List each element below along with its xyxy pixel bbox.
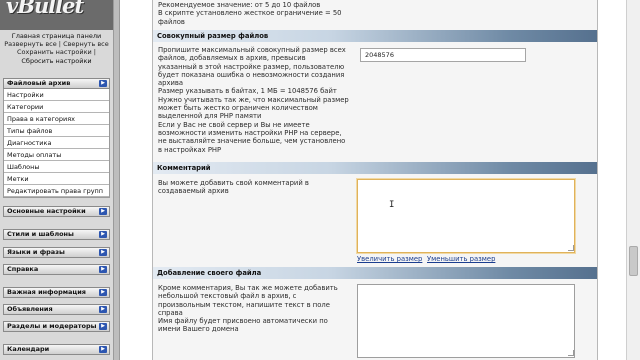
expand-arrow-icon[interactable]: ▶ bbox=[99, 249, 107, 256]
sidebar-item-diagnostics[interactable]: Диагностика bbox=[4, 137, 109, 149]
expand-arrow-icon[interactable]: ▶ bbox=[99, 323, 107, 330]
section-header-comment: Комментарий bbox=[153, 162, 597, 174]
reset-settings-link[interactable]: Сбросить настройки bbox=[0, 57, 113, 65]
sidebar-item-category-permissions[interactable]: Права в категориях bbox=[4, 113, 109, 125]
main-page-link[interactable]: Главная страница панели bbox=[0, 32, 113, 40]
max-size-description: Пропишите максимальный совокупный размер… bbox=[158, 46, 349, 154]
expand-arrow-icon[interactable]: ▶ bbox=[99, 346, 107, 353]
section-header-own-file: Добавление своего файла bbox=[153, 267, 597, 279]
collapse-arrow-icon[interactable]: ▶ bbox=[99, 80, 107, 87]
nav-group-label: Языки и фразы bbox=[7, 248, 65, 256]
admin-sidebar: vBullet Главная страница панели Разверну… bbox=[0, 0, 120, 360]
logo-text: vBullet bbox=[6, 0, 84, 18]
nav-group-label: Разделы и модераторы bbox=[7, 322, 97, 330]
comment-description: Вы можете добавить свой комментарий в со… bbox=[158, 179, 309, 196]
sidebar-links: Главная страница панели Развернуть все |… bbox=[0, 32, 113, 65]
logo: vBullet bbox=[0, 0, 119, 30]
nav-group-file-archive[interactable]: Файловый архив ▶ bbox=[3, 78, 110, 89]
nav-group-languages-phrases[interactable]: Языки и фразы ▶ bbox=[3, 247, 110, 258]
sidebar-item-settings[interactable]: Настройки bbox=[4, 89, 109, 101]
resize-grip-icon[interactable] bbox=[568, 245, 574, 251]
resize-grip-icon[interactable] bbox=[568, 350, 574, 356]
save-settings-row: Сохранить настройки | bbox=[0, 48, 113, 56]
expand-arrow-icon[interactable]: ▶ bbox=[99, 306, 107, 313]
nav-group-announcements[interactable]: Объявления ▶ bbox=[3, 304, 110, 315]
expand-arrow-icon[interactable]: ▶ bbox=[99, 231, 107, 238]
own-file-description: Кроме комментария, Вы так же можете доба… bbox=[158, 284, 338, 334]
page-scrollbar[interactable] bbox=[626, 0, 640, 360]
save-settings-link[interactable]: Сохранить настройки bbox=[17, 48, 92, 56]
sidebar-item-tags[interactable]: Метки bbox=[4, 173, 109, 185]
sidebar-scrollbar[interactable] bbox=[113, 0, 119, 360]
comment-textarea[interactable] bbox=[357, 179, 575, 253]
expand-arrow-icon[interactable]: ▶ bbox=[99, 289, 107, 296]
nav-group-label: Стили и шаблоны bbox=[7, 230, 74, 238]
sidebar-item-payment-methods[interactable]: Методы оплаты bbox=[4, 149, 109, 161]
collapse-all-link[interactable]: Свернуть все bbox=[63, 40, 109, 48]
page-scrollbar-thumb[interactable] bbox=[629, 246, 638, 276]
nav-group-help[interactable]: Справка ▶ bbox=[3, 264, 110, 275]
file-archive-items: Настройки Категории Права в категориях Т… bbox=[3, 89, 110, 198]
nav-group-label: Основные настройки bbox=[7, 207, 86, 215]
nav-group-label: Файловый архив bbox=[7, 79, 71, 87]
sidebar-item-categories[interactable]: Категории bbox=[4, 101, 109, 113]
max-files-description: Рекомендуемое значение: от 5 до 10 файло… bbox=[158, 1, 342, 26]
nav-group-label: Важная информация bbox=[7, 288, 86, 296]
nav-group-main-settings[interactable]: Основные настройки ▶ bbox=[3, 206, 110, 217]
own-file-textarea[interactable] bbox=[357, 284, 575, 358]
increase-size-link[interactable]: Увеличить размер bbox=[357, 255, 422, 263]
nav-group-styles-templates[interactable]: Стили и шаблоны ▶ bbox=[3, 229, 110, 240]
decrease-size-link[interactable]: Уменьшить размер bbox=[427, 255, 495, 263]
nav-group-label: Календари bbox=[7, 345, 50, 353]
text-cursor-icon: I bbox=[389, 200, 395, 210]
expand-collapse-row: Развернуть все | Свернуть все bbox=[0, 40, 113, 48]
sidebar-item-templates[interactable]: Шаблоны bbox=[4, 161, 109, 173]
nav-group-forums-moderators[interactable]: Разделы и модераторы ▶ bbox=[3, 321, 110, 332]
settings-panel: Рекомендуемое значение: от 5 до 10 файло… bbox=[152, 0, 598, 360]
section-header-max-size: Совокупный размер файлов bbox=[153, 30, 597, 42]
sidebar-item-file-types[interactable]: Типы файлов bbox=[4, 125, 109, 137]
link-separator: | bbox=[91, 48, 96, 57]
max-size-input[interactable] bbox=[360, 48, 526, 62]
expand-arrow-icon[interactable]: ▶ bbox=[99, 208, 107, 215]
expand-arrow-icon[interactable]: ▶ bbox=[99, 266, 107, 273]
nav-group-important-info[interactable]: Важная информация ▶ bbox=[3, 287, 110, 298]
sidebar-item-edit-group-permissions[interactable]: Редактировать права групп bbox=[4, 185, 109, 197]
nav-group-label: Справка bbox=[7, 265, 39, 273]
nav-group-label: Объявления bbox=[7, 305, 53, 313]
expand-all-link[interactable]: Развернуть все bbox=[4, 40, 57, 48]
nav-group-calendars[interactable]: Календари ▶ bbox=[3, 344, 110, 355]
